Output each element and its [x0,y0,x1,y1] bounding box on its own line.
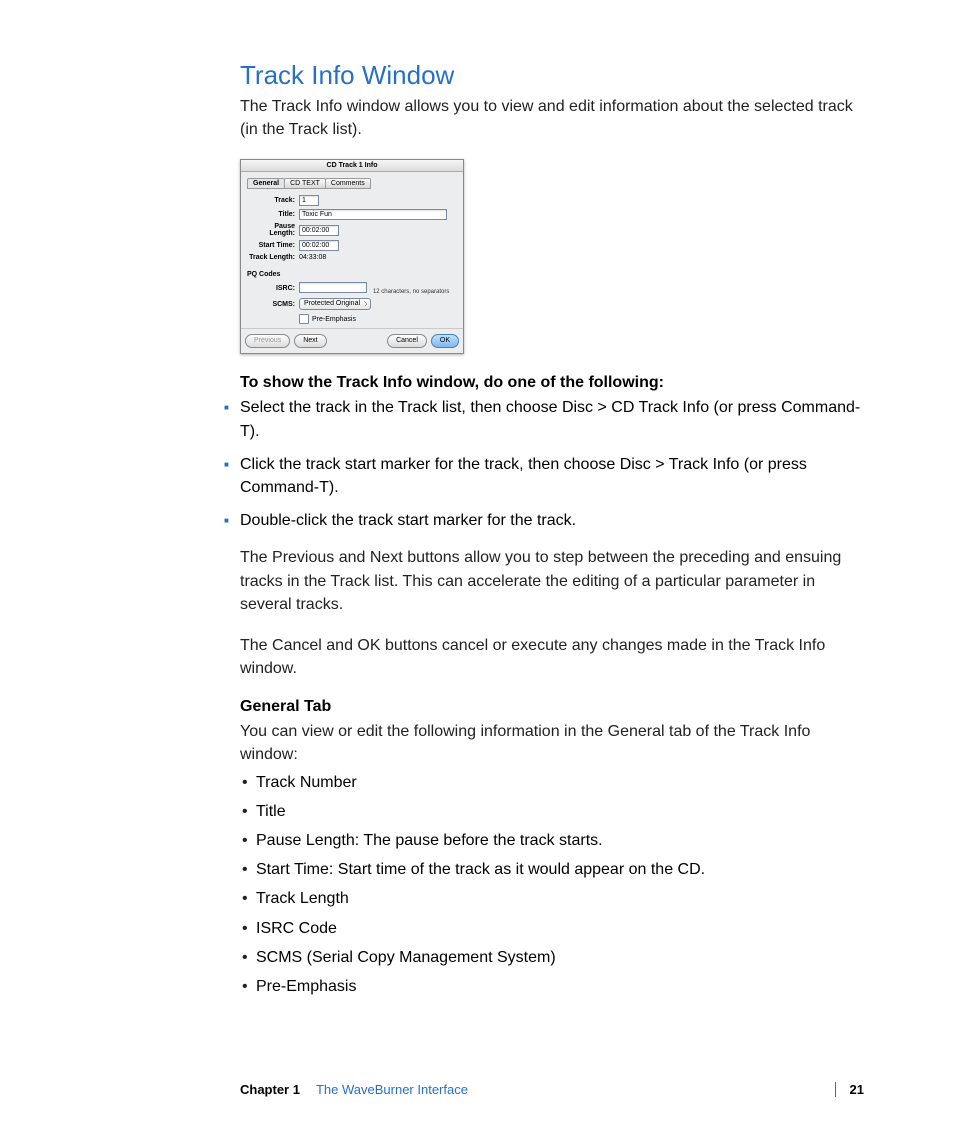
preemphasis-label: Pre-Emphasis [312,316,356,323]
pause-length-label: Pause Length: [247,223,299,237]
title-field[interactable]: Toxic Fun [299,209,447,220]
general-tab-item: Pre-Emphasis [242,975,864,998]
track-label: Track: [247,197,299,204]
general-tab-item: Start Time: Start time of the track as i… [242,858,864,881]
previous-button[interactable]: Previous [245,334,290,348]
isrc-field[interactable] [299,282,367,293]
start-time-field[interactable]: 00:02:00 [299,240,339,251]
tab-cdtext[interactable]: CD TEXT [284,178,326,189]
next-button[interactable]: Next [294,334,326,348]
start-time-label: Start Time: [247,242,299,249]
howto-lead: To show the Track Info window, do one of… [240,374,864,392]
general-tab-item: Track Number [242,771,864,794]
tab-comments[interactable]: Comments [325,178,371,189]
page-footer: Chapter 1 The WaveBurner Interface 21 [240,1082,864,1097]
scms-label: SCMS: [247,301,299,308]
general-tab-heading: General Tab [240,698,864,716]
track-length-label: Track Length: [247,254,299,261]
track-field[interactable]: 1 [299,195,319,206]
general-tab-item: Pause Length: The pause before the track… [242,829,864,852]
track-info-dialog-screenshot: CD Track 1 Info General CD TEXT Comments… [240,159,464,354]
general-tab-intro: You can view or edit the following infor… [240,720,864,766]
pause-length-field[interactable]: 00:02:00 [299,225,339,236]
tab-general[interactable]: General [247,178,285,189]
dialog-tabs: General CD TEXT Comments [247,178,457,189]
general-tab-item: Title [242,800,864,823]
scms-select[interactable]: Protected Original [299,298,371,310]
howto-item: Click the track start marker for the tra… [240,453,864,499]
isrc-hint: 12 characters, no separators [373,289,449,295]
howto-item: Double-click the track start marker for … [240,509,864,532]
chapter-label: Chapter 1 [240,1082,300,1097]
page-number: 21 [835,1082,864,1097]
section-heading: Track Info Window [240,60,864,91]
howto-item: Select the track in the Track list, then… [240,396,864,442]
prevnext-paragraph: The Previous and Next buttons allow you … [240,546,864,616]
howto-list: Select the track in the Track list, then… [240,396,864,532]
general-tab-list: Track Number Title Pause Length: The pau… [242,771,864,999]
title-label: Title: [247,211,299,218]
ok-button[interactable]: OK [431,334,459,348]
preemphasis-checkbox[interactable] [299,314,309,324]
isrc-label: ISRC: [247,285,299,292]
track-length-value: 04:33:08 [299,254,457,261]
general-tab-item: ISRC Code [242,917,864,940]
pq-codes-label: PQ Codes [247,271,457,278]
intro-paragraph: The Track Info window allows you to view… [240,95,864,141]
dialog-title: CD Track 1 Info [241,160,463,172]
cancel-button[interactable]: Cancel [387,334,427,348]
cancelok-paragraph: The Cancel and OK buttons cancel or exec… [240,634,864,680]
general-tab-item: Track Length [242,887,864,910]
chapter-name: The WaveBurner Interface [316,1082,468,1097]
general-tab-item: SCMS (Serial Copy Management System) [242,946,864,969]
